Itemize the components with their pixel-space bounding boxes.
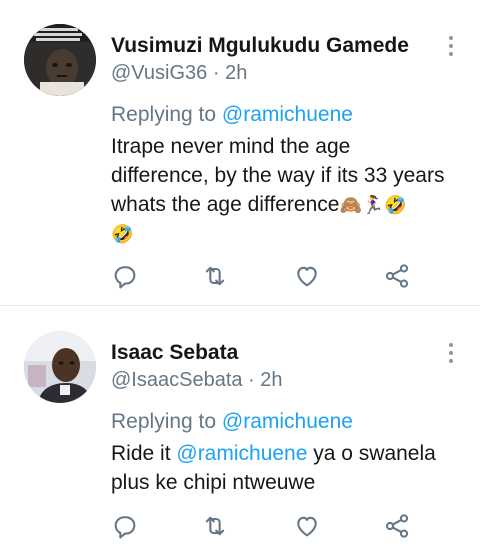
separator: ·	[248, 369, 255, 391]
more-options-icon[interactable]	[446, 36, 456, 60]
emoji: 🤣	[111, 224, 134, 245]
mention-link[interactable]: @ramichuene	[222, 103, 353, 126]
retweet-icon[interactable]	[201, 512, 229, 540]
avatar[interactable]	[24, 331, 96, 403]
tweet-text-line: whats the age difference🙈🏃‍♀️🤣	[111, 190, 461, 220]
replying-to-label: Replying to	[111, 103, 217, 126]
handle-line: @VusiG36 · 2h	[111, 62, 247, 85]
tweet[interactable]: Vusimuzi Mgulukudu Gamede @VusiG36 · 2h …	[0, 0, 480, 306]
tweet-text: Ride it @ramichuene ya o swanela plus ke…	[111, 439, 461, 497]
tweet-text-segment: whats the age difference	[111, 193, 340, 216]
mention-link[interactable]: @ramichuene	[222, 410, 353, 433]
replying-to-label: Replying to	[111, 410, 217, 433]
tweet-text-line: Ride it @ramichuene ya o swanela	[111, 439, 461, 468]
reply-icon[interactable]	[111, 262, 139, 290]
tweet-divider	[0, 305, 480, 306]
share-icon[interactable]	[383, 512, 411, 540]
tweet-text-line: plus ke chipi ntweuwe	[111, 471, 316, 494]
tweet-text-line: difference, by the way if its 33 years	[111, 164, 445, 187]
retweet-icon[interactable]	[201, 262, 229, 290]
emoji: 🙈🏃‍♀️🤣	[339, 195, 407, 216]
replying-to: Replying to @ramichuene	[111, 410, 353, 434]
tweet-text-line: Itrape never mind the age	[111, 135, 351, 158]
avatar[interactable]	[24, 24, 96, 96]
share-icon[interactable]	[383, 262, 411, 290]
tweet-actions	[111, 512, 411, 540]
like-icon[interactable]	[293, 262, 321, 290]
like-icon[interactable]	[293, 512, 321, 540]
timestamp[interactable]: 2h	[260, 369, 282, 391]
handle[interactable]: @IsaacSebata	[111, 369, 243, 391]
display-name[interactable]: Vusimuzi Mgulukudu Gamede	[111, 34, 409, 58]
handle-line: @IsaacSebata · 2h	[111, 369, 283, 392]
tweet-text-segment: Ride it	[111, 442, 171, 465]
tweet-text: Itrape never mind the age difference, by…	[111, 132, 461, 249]
handle[interactable]: @VusiG36	[111, 62, 207, 84]
reply-icon[interactable]	[111, 512, 139, 540]
more-options-icon[interactable]	[446, 343, 456, 367]
replying-to: Replying to @ramichuene	[111, 103, 353, 127]
display-name[interactable]: Isaac Sebata	[111, 341, 238, 365]
separator: ·	[212, 62, 220, 84]
tweet-actions	[111, 262, 411, 290]
tweet-text-segment: ya o swanela	[307, 442, 436, 465]
timestamp[interactable]: 2h	[225, 62, 247, 84]
tweet[interactable]: Isaac Sebata @IsaacSebata · 2h Replying …	[0, 307, 480, 544]
mention-link[interactable]: @ramichuene	[176, 442, 307, 465]
